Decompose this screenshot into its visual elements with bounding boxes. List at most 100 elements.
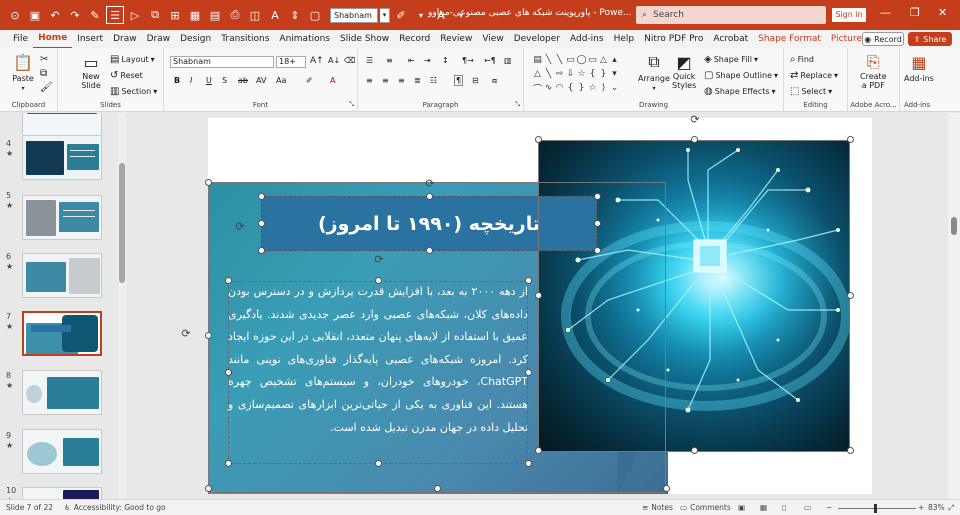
tab-slide-show[interactable]: Slide Show bbox=[335, 30, 394, 48]
tab-record[interactable]: Record bbox=[394, 30, 435, 48]
bold-icon[interactable]: B bbox=[174, 76, 180, 85]
tab-transitions[interactable]: Transitions bbox=[216, 30, 274, 48]
slideshow-view-icon[interactable]: ▭ bbox=[804, 503, 811, 512]
star-shape-icon[interactable]: ☆ bbox=[576, 67, 587, 81]
chevron-down-icon[interactable]: ▾ bbox=[380, 7, 390, 23]
oval-shape-icon[interactable]: ◯ bbox=[576, 53, 587, 67]
comments-button[interactable]: ▭ Comments bbox=[680, 503, 731, 512]
shapes-icon[interactable]: ◫ bbox=[246, 6, 264, 24]
thumbnail-scrollbar[interactable] bbox=[118, 113, 126, 499]
resize-handle[interactable] bbox=[205, 179, 212, 186]
highlight-icon[interactable]: ✐ bbox=[306, 76, 313, 85]
rotate-handle-icon[interactable]: ⟳ bbox=[689, 113, 701, 126]
tab-acrobat[interactable]: Acrobat bbox=[708, 30, 753, 48]
resize-handle[interactable] bbox=[225, 369, 232, 376]
tab-file[interactable]: File bbox=[8, 30, 33, 48]
select-button[interactable]: ⬚ Select ▾ bbox=[790, 86, 832, 97]
rectangle-shape-icon[interactable]: ▭ bbox=[587, 53, 598, 67]
replace-button[interactable]: ⇄ Replace ▾ bbox=[790, 70, 838, 81]
shadow-icon[interactable]: S bbox=[222, 76, 227, 85]
slide-thumbnail-7[interactable] bbox=[22, 311, 102, 356]
clear-format-icon[interactable]: ⌫ bbox=[344, 56, 355, 65]
arrow-shape-icon[interactable]: ⇨ bbox=[554, 67, 565, 81]
tab-draw[interactable]: Draw bbox=[108, 30, 142, 48]
rtl-icon[interactable]: ←¶ bbox=[484, 56, 496, 65]
create-pdf-button[interactable]: ⎘ Create a PDF bbox=[860, 52, 887, 90]
resize-handle[interactable] bbox=[375, 460, 382, 467]
touch-mode-icon[interactable]: ☰ bbox=[106, 6, 124, 24]
decrease-indent-icon[interactable]: ⇤ bbox=[408, 56, 415, 65]
line-spacing-icon[interactable]: ↕ bbox=[442, 56, 449, 65]
rotate-handle-icon[interactable]: ⟳ bbox=[234, 220, 246, 233]
new-slide-icon[interactable]: ⊞ bbox=[166, 6, 184, 24]
resize-handle[interactable] bbox=[691, 136, 698, 143]
resize-handle[interactable] bbox=[258, 220, 265, 227]
resize-handle[interactable] bbox=[258, 247, 265, 254]
shrink-font-icon[interactable]: A↓ bbox=[328, 56, 340, 65]
resize-handle[interactable] bbox=[847, 292, 854, 299]
undo-icon[interactable]: ↶ bbox=[46, 6, 64, 24]
font-color-icon[interactable]: A bbox=[330, 76, 335, 85]
resize-handle[interactable] bbox=[691, 447, 698, 454]
tab-draw-2[interactable]: Draw bbox=[142, 30, 176, 48]
resize-handle[interactable] bbox=[205, 485, 212, 492]
arc-shape-icon[interactable]: ⌒ bbox=[532, 81, 543, 95]
quick-font-box[interactable]: Shabnam bbox=[330, 7, 378, 23]
rotate-handle-icon[interactable]: ⟳ bbox=[424, 177, 436, 190]
resize-handle[interactable] bbox=[258, 193, 265, 200]
scrollbar-thumb[interactable] bbox=[119, 163, 125, 283]
tab-shape-format[interactable]: Shape Format bbox=[753, 30, 826, 48]
spacing-icon[interactable]: AV bbox=[256, 76, 266, 85]
italic-icon[interactable]: I bbox=[190, 76, 192, 85]
brace-shape-icon[interactable]: { bbox=[587, 67, 598, 81]
resize-handle[interactable] bbox=[663, 485, 670, 492]
zoom-level[interactable]: 83% bbox=[928, 503, 945, 512]
slide-thumbnail-8[interactable] bbox=[22, 370, 102, 415]
redo-icon[interactable]: ↷ bbox=[66, 6, 84, 24]
slide-thumbnail-5[interactable] bbox=[22, 135, 102, 180]
resize-handle[interactable] bbox=[594, 193, 601, 200]
close-icon[interactable]: ✕ bbox=[938, 6, 947, 19]
highlight-icon[interactable]: ✐ bbox=[392, 6, 410, 24]
spacing-icon[interactable]: ⇕ bbox=[286, 6, 304, 24]
table-icon[interactable]: ▦ bbox=[186, 6, 204, 24]
text-direction-icon[interactable]: ¶ bbox=[454, 75, 464, 86]
slide-sorter-icon[interactable]: ▦ bbox=[760, 503, 767, 512]
font-family-select[interactable]: Shabnam bbox=[170, 56, 274, 68]
text-box-shape-icon[interactable]: ▤ bbox=[532, 53, 543, 67]
ltr-icon[interactable]: ¶→ bbox=[462, 56, 474, 65]
tab-design[interactable]: Design bbox=[175, 30, 216, 48]
tab-animations[interactable]: Animations bbox=[274, 30, 335, 48]
canvas-scrollbar[interactable] bbox=[948, 113, 960, 499]
resize-handle[interactable] bbox=[594, 220, 601, 227]
sign-in-button[interactable]: Sign in bbox=[832, 8, 866, 22]
resize-handle[interactable] bbox=[535, 447, 542, 454]
dialog-launcher-icon[interactable]: ⤡ bbox=[349, 101, 354, 109]
tab-view[interactable]: View bbox=[477, 30, 508, 48]
smartart-icon[interactable]: ⧈ bbox=[492, 76, 497, 86]
quick-styles-button[interactable]: ◩ Quick Styles bbox=[672, 52, 696, 91]
rotate-handle-icon[interactable]: ⟳ bbox=[373, 253, 385, 266]
brace-shape-icon[interactable]: ⟩ bbox=[598, 81, 609, 95]
tab-review[interactable]: Review bbox=[435, 30, 477, 48]
zoom-in-icon[interactable]: + bbox=[918, 503, 924, 512]
curve-shape-icon[interactable]: ∿ bbox=[543, 81, 554, 95]
resize-handle[interactable] bbox=[525, 369, 532, 376]
triangle-shape-icon[interactable]: △ bbox=[532, 67, 543, 81]
layout-button[interactable]: ▤ Layout ▾ bbox=[110, 54, 155, 65]
minimize-icon[interactable]: — bbox=[880, 6, 891, 19]
accessibility-status[interactable]: ♿ Accessibility: Good to go bbox=[64, 503, 166, 512]
tab-developer[interactable]: Developer bbox=[509, 30, 565, 48]
addins-button[interactable]: ▦ Add-ins bbox=[904, 52, 934, 84]
resize-handle[interactable] bbox=[525, 460, 532, 467]
zoom-out-icon[interactable]: − bbox=[826, 503, 832, 512]
resize-handle[interactable] bbox=[426, 193, 433, 200]
brace-shape-icon[interactable]: } bbox=[576, 81, 587, 95]
resize-handle[interactable] bbox=[525, 277, 532, 284]
arc-shape-icon[interactable]: ◠ bbox=[554, 81, 565, 95]
picture-icon[interactable]: ▤ bbox=[206, 6, 224, 24]
line-shape-icon[interactable]: ╲ bbox=[543, 67, 554, 81]
slide-thumbnail-9[interactable] bbox=[22, 429, 102, 474]
normal-view-icon[interactable]: ▣ bbox=[738, 503, 745, 512]
align-right-icon[interactable]: ≡ bbox=[398, 76, 405, 85]
